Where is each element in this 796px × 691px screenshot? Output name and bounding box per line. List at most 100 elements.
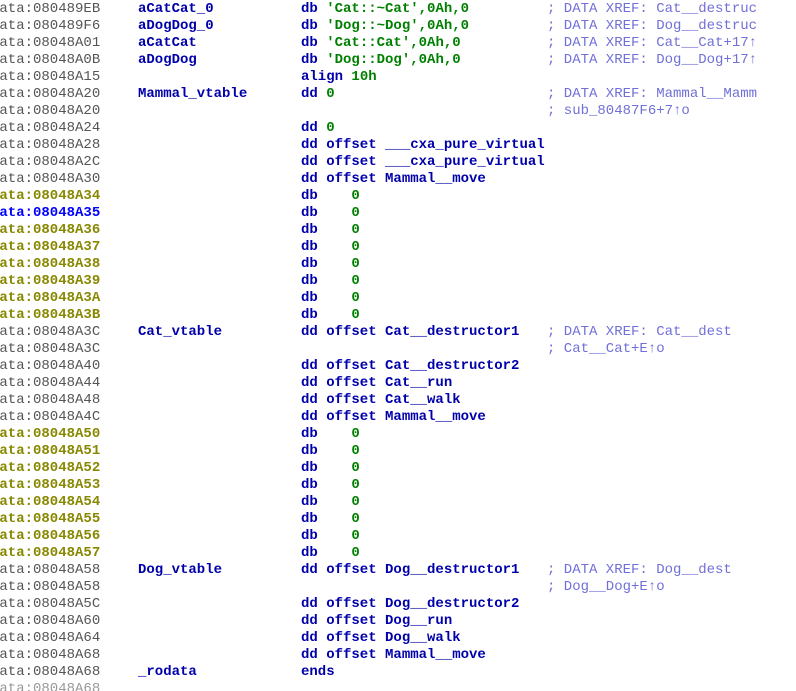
line-address[interactable]: data:080489F6 [0,18,100,35]
symbol-reference[interactable]: Mammal__move [385,647,486,663]
line-address[interactable]: data:08048A3C [0,341,100,358]
listing-line[interactable]: data:08048A3A db 0 [0,290,796,307]
listing-line[interactable]: data:08048A24 dd 0 [0,120,796,137]
line-instruction[interactable]: dd offset Mammal__move [301,647,486,664]
line-instruction[interactable]: db 0 [301,222,360,239]
line-address[interactable]: data:08048A68 [0,647,100,664]
line-instruction[interactable]: db 'Dog::Dog',0Ah,0 [301,52,461,69]
listing-line[interactable]: data:08048A37 db 0 [0,239,796,256]
line-address[interactable]: data:08048A60 [0,613,100,630]
listing-line[interactable]: data:08048A51 db 0 [0,443,796,460]
line-instruction[interactable]: dd offset Cat__destructor2 [301,358,519,375]
line-address[interactable]: data:08048A68 [0,681,100,691]
line-address[interactable]: data:08048A35 [0,205,100,222]
line-address[interactable]: data:08048A48 [0,392,100,409]
line-instruction[interactable]: db 0 [301,290,360,307]
line-address[interactable]: data:08048A24 [0,120,100,137]
line-address[interactable]: data:08048A37 [0,239,100,256]
symbol-reference[interactable]: ___cxa_pure_virtual [385,154,545,170]
listing-line[interactable]: data:08048A39 db 0 [0,273,796,290]
line-address[interactable]: data:08048A57 [0,545,100,562]
listing-line[interactable]: data:08048A57 db 0 [0,545,796,562]
listing-line[interactable]: data:08048A5C dd offset Dog__destructor2 [0,596,796,613]
listing-line[interactable]: data:08048A68 [0,681,796,691]
line-address[interactable]: data:08048A20 [0,86,100,103]
line-label[interactable]: aDogDog_0 [138,18,214,35]
line-address[interactable]: data:08048A3B [0,307,100,324]
line-address[interactable]: data:08048A50 [0,426,100,443]
listing-line[interactable]: data:08048A68 _rodata ends [0,664,796,681]
line-instruction[interactable]: dd 0 [301,86,335,103]
listing-line[interactable]: data:08048A53 db 0 [0,477,796,494]
line-address[interactable]: data:08048A28 [0,137,100,154]
listing-line[interactable]: data:08048A60 dd offset Dog__run [0,613,796,630]
line-instruction[interactable]: db 0 [301,511,360,528]
listing-line[interactable]: data:08048A0B aDogDog db 'Dog::Dog',0Ah,0;… [0,52,796,69]
line-instruction[interactable]: ends [301,664,335,681]
symbol-reference[interactable]: Dog__walk [385,630,461,646]
line-instruction[interactable]: dd offset Cat__walk [301,392,461,409]
line-address[interactable]: data:08048A0B [0,52,100,69]
line-address[interactable]: data:08048A52 [0,460,100,477]
line-instruction[interactable]: dd offset ___cxa_pure_virtual [301,137,545,154]
line-instruction[interactable]: db 'Cat::~Cat',0Ah,0 [301,1,469,18]
line-address[interactable]: data:08048A54 [0,494,100,511]
line-label[interactable]: Mammal_vtable [138,86,247,103]
line-address[interactable]: data:08048A39 [0,273,100,290]
line-instruction[interactable]: db 0 [301,273,360,290]
line-address[interactable]: data:08048A40 [0,358,100,375]
line-address[interactable]: data:08048A30 [0,171,100,188]
line-address[interactable]: data:08048A4C [0,409,100,426]
listing-line[interactable]: data:08048A4C dd offset Mammal__move [0,409,796,426]
disassembly-listing[interactable]: data:080489EB aCatCat_0 db 'Cat::~Cat',0Ah… [0,1,796,691]
listing-line[interactable]: data:08048A28 dd offset ___cxa_pure_virtu… [0,137,796,154]
listing-line[interactable]: data:080489EB aCatCat_0 db 'Cat::~Cat',0Ah… [0,1,796,18]
line-instruction[interactable]: db 0 [301,545,360,562]
line-instruction[interactable]: dd offset Dog__destructor1 [301,562,519,579]
symbol-reference[interactable]: Dog__destructor1 [385,562,519,578]
line-instruction[interactable]: db 0 [301,426,360,443]
line-instruction[interactable]: dd offset Dog__walk [301,630,461,647]
listing-line[interactable]: data:08048A15 align 10h [0,69,796,86]
line-instruction[interactable]: dd 0 [301,120,335,137]
line-address[interactable]: data:08048A5C [0,596,100,613]
listing-line[interactable]: data:08048A40 dd offset Cat__destructor2 [0,358,796,375]
line-address[interactable]: data:08048A36 [0,222,100,239]
symbol-reference[interactable]: ___cxa_pure_virtual [385,137,545,153]
line-instruction[interactable]: db 0 [301,239,360,256]
line-instruction[interactable]: dd offset Cat__destructor1 [301,324,519,341]
line-address[interactable]: data:08048A58 [0,579,100,596]
listing-line[interactable]: data:08048A35 db 0 [0,205,796,222]
listing-line[interactable]: data:08048A50 db 0 [0,426,796,443]
listing-line[interactable]: data:08048A3C Cat_vtable dd offset Cat__de… [0,324,796,341]
line-label[interactable]: Dog_vtable [138,562,222,579]
listing-line[interactable]: data:08048A58 Dog_vtable dd offset Dog__de… [0,562,796,579]
line-address[interactable]: data:080489EB [0,1,100,18]
listing-line[interactable]: data:08048A68 dd offset Mammal__move [0,647,796,664]
line-instruction[interactable]: db 0 [301,494,360,511]
line-instruction[interactable]: dd offset ___cxa_pure_virtual [301,154,545,171]
line-address[interactable]: data:08048A20 [0,103,100,120]
symbol-reference[interactable]: Mammal__move [385,409,486,425]
line-instruction[interactable]: dd offset Dog__run [301,613,452,630]
line-address[interactable]: data:08048A55 [0,511,100,528]
line-address[interactable]: data:08048A38 [0,256,100,273]
line-label[interactable]: aDogDog [138,52,197,69]
line-address[interactable]: data:08048A51 [0,443,100,460]
line-label[interactable]: aCatCat [138,35,197,52]
listing-line[interactable]: data:080489F6 aDogDog_0 db 'Dog::~Dog',0Ah… [0,18,796,35]
listing-line[interactable]: data:08048A55 db 0 [0,511,796,528]
line-label[interactable]: aCatCat_0 [138,1,214,18]
symbol-reference[interactable]: Cat__destructor1 [385,324,519,340]
listing-line[interactable]: data:08048A3B db 0 [0,307,796,324]
line-instruction[interactable]: db 'Dog::~Dog',0Ah,0 [301,18,469,35]
line-instruction[interactable]: dd offset Cat__run [301,375,452,392]
listing-line[interactable]: data:08048A38 db 0 [0,256,796,273]
line-address[interactable]: data:08048A64 [0,630,100,647]
listing-line[interactable]: data:08048A20 ; sub_80487F6+7↑o [0,103,796,120]
symbol-reference[interactable]: Cat__walk [385,392,461,408]
line-address[interactable]: data:08048A34 [0,188,100,205]
listing-line[interactable]: data:08048A48 dd offset Cat__walk [0,392,796,409]
line-instruction[interactable]: db 'Cat::Cat',0Ah,0 [301,35,461,52]
line-instruction[interactable]: db 0 [301,205,360,222]
